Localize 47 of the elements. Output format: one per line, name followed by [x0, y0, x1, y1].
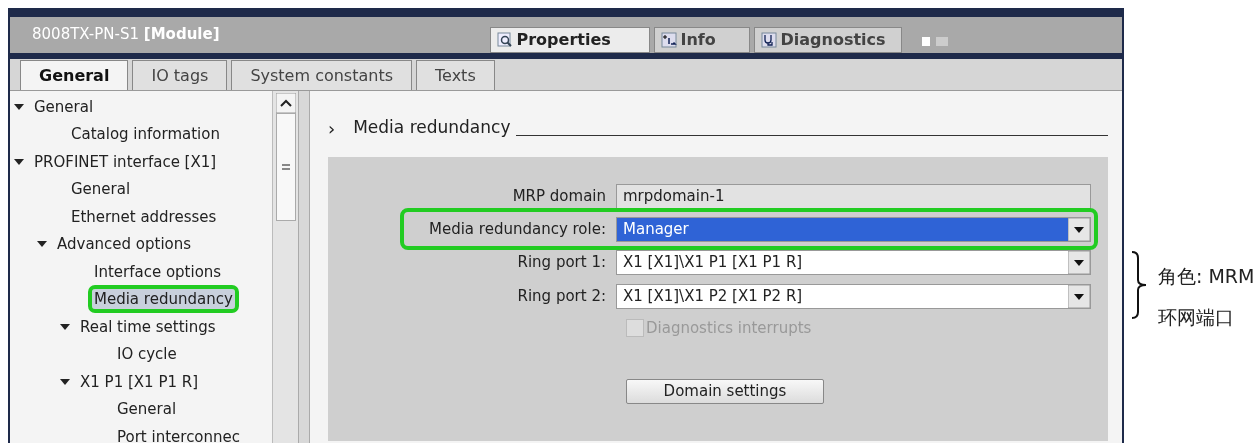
field-label: Ring port 2:	[516, 285, 607, 307]
tree-item[interactable]: Catalog information	[69, 124, 222, 145]
section-marker[interactable]: ›	[328, 114, 336, 142]
scrollbar[interactable]	[272, 91, 298, 443]
annotation-text: 环网端口	[1158, 304, 1235, 330]
tree-item[interactable]: General	[115, 399, 179, 420]
scroll-up-icon[interactable]	[275, 93, 296, 113]
scroll-thumb[interactable]	[275, 113, 296, 221]
expanded-triangle-icon[interactable]	[14, 157, 24, 166]
expanded-triangle-icon[interactable]	[37, 240, 47, 249]
inspector-tab[interactable]: Properties	[489, 27, 650, 53]
inspector-tab[interactable]: Diagnostics	[753, 27, 902, 53]
domain-settings-button[interactable]: Domain settings	[626, 379, 824, 404]
stethoscope-icon	[760, 32, 777, 48]
dropdown[interactable]: X1 [X1]\X1 P2 [X1 P2 R]	[616, 283, 1091, 309]
dropdown-arrow-icon[interactable]	[1068, 217, 1090, 241]
field-label: Media redundancy role:	[428, 218, 607, 240]
tree-item[interactable]: Ethernet addresses	[69, 206, 219, 227]
tree-item[interactable]: General	[32, 96, 96, 117]
dropdown-arrow-icon[interactable]	[1068, 250, 1090, 274]
tab[interactable]: Texts	[416, 60, 495, 90]
field-label: Ring port 1:	[516, 251, 607, 273]
field-label: MRP domain	[511, 185, 607, 207]
magnifier-icon	[496, 32, 513, 48]
tree-item[interactable]: Interface options	[92, 261, 224, 282]
window-title: 8008TX-PN-S1 [Module]	[32, 23, 220, 45]
text-field[interactable]: mrpdomain-1	[616, 183, 1091, 209]
dropdown[interactable]: X1 [X1]\X1 P1 [X1 P1 R]	[616, 249, 1091, 275]
info-icon	[660, 32, 677, 48]
section-title: Media redundancy	[353, 116, 511, 140]
expanded-triangle-icon[interactable]	[60, 377, 70, 386]
tab[interactable]: General	[20, 60, 129, 90]
tab[interactable]: IO tags	[132, 60, 228, 90]
dropdown[interactable]: Manager	[616, 216, 1091, 242]
expanded-triangle-icon[interactable]	[60, 322, 70, 331]
tree-item[interactable]: General	[69, 179, 133, 200]
tab[interactable]: System constants	[231, 60, 412, 90]
tree-item[interactable]: Advanced options	[55, 234, 194, 255]
tree-item[interactable]: X1 P1 [X1 P1 R]	[78, 371, 200, 392]
annotation-text: 角色: MRM	[1158, 264, 1255, 289]
tree-item[interactable]: IO cycle	[115, 344, 179, 365]
expanded-triangle-icon[interactable]	[14, 102, 24, 111]
tree-item[interactable]: Real time settings	[78, 316, 218, 337]
tree-item[interactable]: Port interconnec	[115, 426, 243, 443]
tree-item[interactable]: PROFINET interface [X1]	[32, 151, 219, 172]
inspector-tab[interactable]: Info	[653, 27, 750, 53]
dropdown-arrow-icon[interactable]	[1068, 284, 1090, 308]
